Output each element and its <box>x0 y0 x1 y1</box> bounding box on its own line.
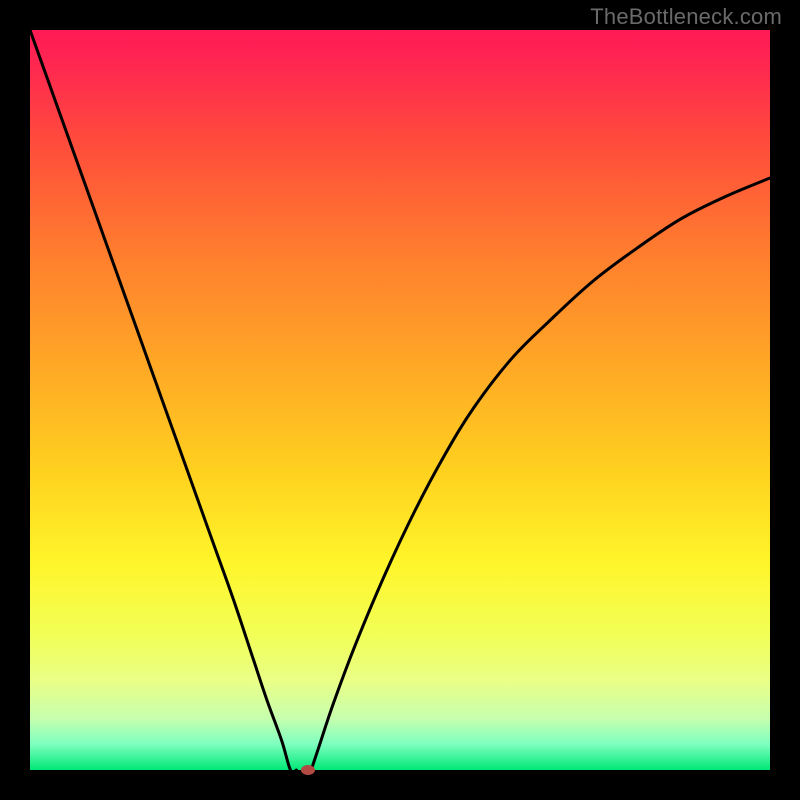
curve-left <box>30 30 296 772</box>
curve-layer <box>30 30 770 770</box>
watermark-text: TheBottleneck.com <box>590 4 782 30</box>
minimum-marker <box>301 765 315 775</box>
plot-area <box>30 30 770 770</box>
curve-right <box>311 178 770 770</box>
